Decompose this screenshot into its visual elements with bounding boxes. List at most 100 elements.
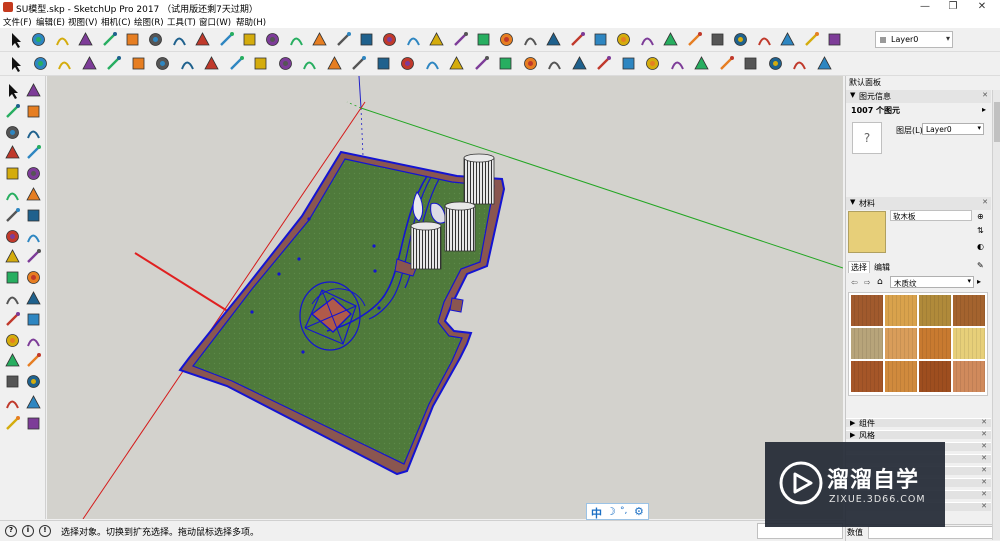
zoom-icon[interactable] <box>300 54 319 73</box>
left-pan-icon[interactable] <box>24 331 43 350</box>
view-navigator[interactable]: 中 ☽ °, ⚙ <box>586 503 649 520</box>
left-eraser-icon[interactable] <box>24 102 43 121</box>
tray-scrollbar[interactable] <box>992 90 1000 540</box>
left-axes-icon[interactable] <box>3 310 22 329</box>
left-section-plane-icon[interactable] <box>24 414 43 433</box>
warning-icon[interactable]: ! <box>39 525 51 537</box>
position-camera-icon[interactable] <box>778 30 797 49</box>
material-swatch[interactable] <box>953 295 985 326</box>
left-position-camera-icon[interactable] <box>3 393 22 412</box>
home-icon[interactable]: ⌂ <box>877 277 883 287</box>
close-icon[interactable]: ✕ <box>982 198 988 206</box>
previous-view-icon[interactable] <box>685 30 704 49</box>
select-arrow-icon[interactable] <box>6 54 25 73</box>
shaded-icon[interactable] <box>521 54 540 73</box>
view-char[interactable]: 中 <box>591 505 602 521</box>
left-rotated-rectangle-icon[interactable] <box>24 143 43 162</box>
axes-icon[interactable] <box>521 30 540 49</box>
left-tape-measure-icon[interactable] <box>3 268 22 287</box>
library-select[interactable]: 木质纹 ▾ <box>890 276 974 288</box>
shaded-textures-icon[interactable] <box>545 54 564 73</box>
material-swatch[interactable] <box>919 361 951 392</box>
menu-window[interactable]: 窗口(W) <box>199 16 231 28</box>
right-view-icon[interactable] <box>668 54 687 73</box>
back-view-icon[interactable] <box>692 54 711 73</box>
left-offset-icon[interactable] <box>24 247 43 266</box>
entity-info-header[interactable]: ▼ 图元信息 ✕ <box>846 90 991 103</box>
walk-icon[interactable] <box>731 30 750 49</box>
look-around-icon[interactable] <box>755 30 774 49</box>
left-paint-bucket-icon[interactable] <box>3 102 22 121</box>
material-swatch[interactable] <box>919 295 951 326</box>
paint-bucket-icon[interactable] <box>53 30 72 49</box>
monochrome-icon[interactable] <box>570 54 589 73</box>
left-view-icon[interactable] <box>717 54 736 73</box>
hidden-line-icon[interactable] <box>496 54 515 73</box>
push-pull-icon[interactable] <box>334 30 353 49</box>
close-icon[interactable]: ✕ <box>981 430 987 438</box>
menu-edit[interactable]: 编辑(E) <box>36 16 65 28</box>
left-text-icon[interactable] <box>24 289 43 308</box>
left-arc-2pt-icon[interactable] <box>3 185 22 204</box>
sample-paint-icon[interactable]: ◐ <box>977 242 984 251</box>
left-zoom-icon[interactable] <box>3 351 22 370</box>
wireframe-icon[interactable] <box>472 54 491 73</box>
scale-icon[interactable] <box>427 30 446 49</box>
left-rectangle-icon[interactable] <box>3 143 22 162</box>
warehouse-icon[interactable] <box>349 54 368 73</box>
close-icon[interactable]: ✕ <box>981 502 987 510</box>
house-4-icon[interactable] <box>815 54 834 73</box>
xray-icon[interactable] <box>423 54 442 73</box>
top-view-icon[interactable] <box>619 54 638 73</box>
share-model-icon[interactable] <box>374 54 393 73</box>
left-dimension-icon[interactable] <box>24 268 43 287</box>
eyedropper-icon[interactable]: ✎ <box>977 261 984 270</box>
create-material-icon[interactable]: ⊕ <box>977 212 984 221</box>
left-freehand-icon[interactable] <box>24 123 43 142</box>
info-icon[interactable]: i <box>22 525 34 537</box>
house-1-icon[interactable] <box>741 54 760 73</box>
menu-file[interactable]: 文件(F) <box>3 16 32 28</box>
protractor-3d-icon[interactable] <box>544 30 563 49</box>
dot-icon[interactable]: °, <box>620 506 627 516</box>
close-icon[interactable]: ✕ <box>981 478 987 486</box>
left-look-around-icon[interactable] <box>24 393 43 412</box>
styles-header[interactable]: ▶ 风格 ✕ <box>846 430 991 440</box>
pencil-line-icon[interactable] <box>55 54 74 73</box>
select-arrow-icon[interactable] <box>6 30 25 49</box>
material-swatch[interactable] <box>851 361 883 392</box>
rectangle-icon[interactable] <box>146 30 165 49</box>
move-icon[interactable] <box>129 54 148 73</box>
close-window-button[interactable]: ✕ <box>968 0 996 15</box>
pan-icon[interactable] <box>276 54 295 73</box>
text-icon[interactable] <box>497 30 516 49</box>
left-3d-text-icon[interactable] <box>24 310 43 329</box>
menu-view[interactable]: 视图(V) <box>68 16 97 28</box>
zoom-extents-icon[interactable] <box>661 30 680 49</box>
close-icon[interactable]: ✕ <box>981 466 987 474</box>
tab-edit[interactable]: 编辑 <box>874 262 890 273</box>
left-make-component-icon[interactable] <box>24 81 43 100</box>
pencil-line-icon[interactable] <box>100 30 119 49</box>
make-component-icon[interactable] <box>29 30 48 49</box>
forward-icon[interactable]: ⇨ <box>864 278 871 287</box>
dimension-icon[interactable] <box>474 30 493 49</box>
circle-icon[interactable] <box>193 30 212 49</box>
follow-me-icon[interactable] <box>357 30 376 49</box>
scrollbar-thumb[interactable] <box>994 102 1000 142</box>
iso-view-icon[interactable] <box>594 54 613 73</box>
left-orbit-icon[interactable] <box>3 331 22 350</box>
orbit-icon[interactable] <box>568 30 587 49</box>
pie-icon[interactable] <box>310 30 329 49</box>
house-3-icon[interactable] <box>790 54 809 73</box>
material-swatch[interactable] <box>885 295 917 326</box>
section-plane-icon[interactable] <box>802 30 821 49</box>
left-push-pull-icon[interactable] <box>3 206 22 225</box>
left-circle-icon[interactable] <box>3 164 22 183</box>
close-icon[interactable]: ✕ <box>981 490 987 498</box>
left-polygon-icon[interactable] <box>24 164 43 183</box>
left-move-icon[interactable] <box>3 227 22 246</box>
material-name-field[interactable]: 软木板 <box>890 210 972 221</box>
tape-measure-icon[interactable] <box>451 30 470 49</box>
help-icon[interactable]: ? <box>5 525 17 537</box>
